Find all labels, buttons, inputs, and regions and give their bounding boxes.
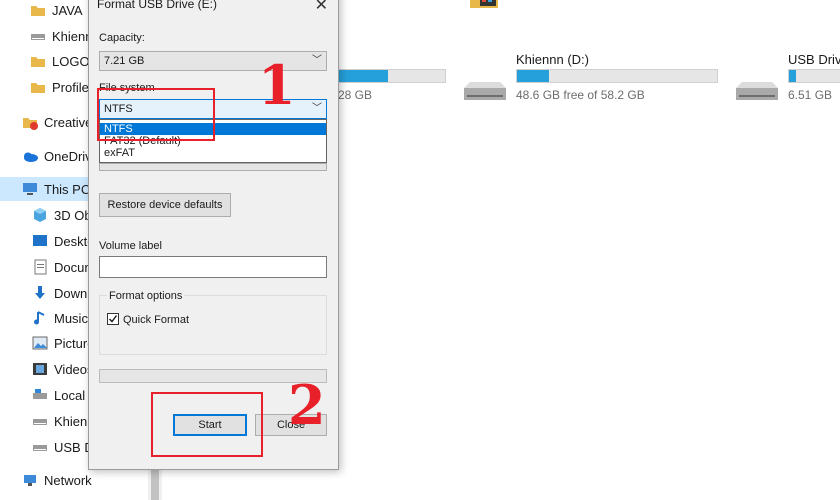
nav-item-desktop[interactable]: Deskto <box>32 229 94 253</box>
drive-usage-bar <box>788 69 840 83</box>
nav-item-profile[interactable]: Profile <box>30 75 89 99</box>
nav-item-label: Profile <box>52 79 89 95</box>
drive-icon <box>32 387 48 403</box>
capacity-label: Capacity: <box>99 32 145 44</box>
drive-usage-bar <box>330 69 446 83</box>
nav-item-usb-drive[interactable]: USB D <box>32 435 94 459</box>
3d-objects-icon <box>32 207 48 223</box>
onedrive-icon <box>22 148 38 164</box>
usb-drive-icon <box>734 80 780 102</box>
quick-format-checkbox[interactable] <box>107 313 119 325</box>
step-number-1: 1 <box>258 53 296 117</box>
nav-item-onedrive[interactable]: OneDriv <box>22 144 92 168</box>
close-icon[interactable]: ✕ <box>315 0 328 15</box>
nav-item-label: 3D Ob <box>54 207 92 223</box>
nav-item-label: Music <box>54 310 88 326</box>
computer-icon <box>22 181 38 197</box>
drive-name: Khiennn (D:) <box>516 52 589 67</box>
nav-item-downloads[interactable]: Downl <box>32 281 90 305</box>
folder-icon <box>30 79 46 95</box>
hard-drive-icon <box>462 80 508 102</box>
nav-item-label: Creative <box>44 114 93 130</box>
volume-label-input[interactable] <box>99 256 327 278</box>
drive-usage-bar <box>516 69 718 83</box>
drive-icon <box>30 28 46 44</box>
drive-free-space: 6.51 GB <box>788 88 833 102</box>
drive-name: USB Drive <box>788 52 840 67</box>
file-system-option[interactable]: exFAT <box>100 147 326 159</box>
nav-item-label: Khienn <box>52 28 93 44</box>
usb-drive-icon <box>32 439 48 455</box>
nav-item-label: JAVA <box>52 2 83 18</box>
nav-item-khienn-drive[interactable]: Khienn <box>32 409 94 433</box>
quick-format-label: Quick Format <box>123 314 190 326</box>
nav-item-creative-cloud[interactable]: Creative <box>22 110 92 134</box>
nav-item-network[interactable]: Network <box>22 468 92 492</box>
folder-icon <box>30 2 46 18</box>
nav-item-pictures[interactable]: Picture <box>32 331 94 355</box>
downloads-icon <box>32 285 48 301</box>
nav-item-documents[interactable]: Docun <box>32 255 92 279</box>
documents-icon <box>32 259 48 275</box>
nav-item-java[interactable]: JAVA <box>30 0 83 22</box>
nav-item-logo[interactable]: LOGO <box>30 49 90 73</box>
allocation-unit-select[interactable] <box>99 163 327 171</box>
checkmark-icon <box>109 315 118 323</box>
pictures-icon <box>32 335 48 351</box>
dialog-title: Format USB Drive (E:) <box>97 0 218 11</box>
nav-item-music[interactable]: Music <box>32 306 88 330</box>
restore-defaults-button[interactable]: Restore device defaults <box>99 193 231 217</box>
nav-item-label: Downl <box>54 285 91 301</box>
chevron-down-icon: ﹀ <box>312 103 322 114</box>
step-number-2: 2 <box>288 373 326 437</box>
nav-item-3d-objects[interactable]: 3D Ob <box>32 203 92 227</box>
music-icon <box>32 310 48 326</box>
format-options-label: Format options <box>107 290 185 302</box>
network-icon <box>22 472 38 488</box>
drive-free-space: 28 GB <box>338 88 373 102</box>
nav-item-label: Network <box>44 472 92 488</box>
drive-free-space: 48.6 GB free of 58.2 GB <box>516 88 645 102</box>
volume-label-label: Volume label <box>99 240 162 252</box>
nav-item-label: LOGO <box>52 53 90 69</box>
nav-item-label: Docun <box>54 259 92 275</box>
nav-item-khienn[interactable]: Khienn <box>30 24 92 48</box>
drive-icon <box>32 413 48 429</box>
folder-icon <box>30 53 46 69</box>
capacity-value: 7.21 GB <box>104 55 145 67</box>
nav-item-label: This PC <box>44 181 91 197</box>
videos-folder-thumbnail <box>470 0 498 10</box>
nav-item-label: OneDriv <box>44 148 92 164</box>
highlight-box-start <box>151 392 263 457</box>
highlight-box-file-system <box>97 88 215 141</box>
creative-cloud-icon <box>22 114 38 130</box>
desktop-icon <box>32 233 48 249</box>
videos-icon <box>32 361 48 377</box>
chevron-down-icon: ﹀ <box>312 55 322 66</box>
nav-item-videos[interactable]: Videos <box>32 357 94 381</box>
